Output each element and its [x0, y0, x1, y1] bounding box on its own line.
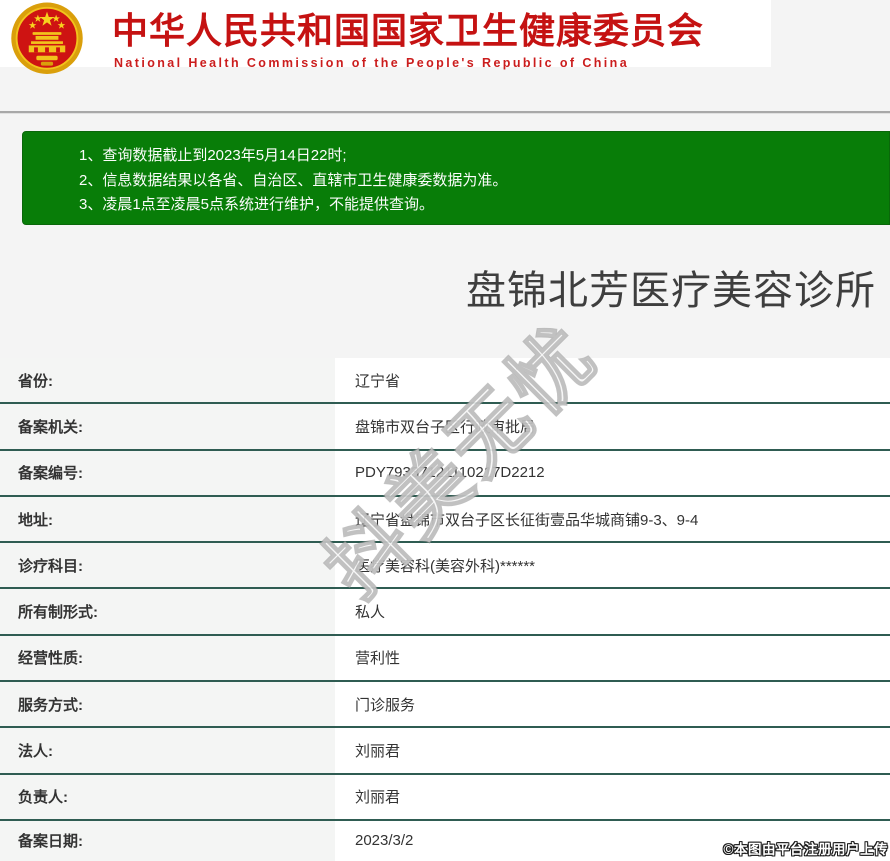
row-value: 营利性 — [335, 635, 890, 681]
row-value: 刘丽君 — [335, 728, 890, 773]
row-value: 辽宁省盘锦市双台子区长征街壹品华城商铺9-3、9-4 — [335, 496, 890, 542]
info-row-person-in-charge: 负责人: 刘丽君 — [0, 774, 890, 821]
row-value: PDY79337121110217D2212 — [335, 450, 890, 495]
row-label: 地址: — [0, 496, 335, 542]
site-title-english: National Health Commission of the People… — [114, 56, 630, 70]
notice-box: 1、查询数据截止到2023年5月14日22时; 2、信息数据结果以各省、自治区、… — [22, 131, 890, 225]
row-value: 辽宁省 — [335, 358, 890, 403]
row-value: 门诊服务 — [335, 682, 890, 727]
info-row-operation-nature: 经营性质: 营利性 — [0, 635, 890, 683]
info-row-filing-authority: 备案机关: 盘锦市双台子区行政审批局 — [0, 404, 890, 451]
site-title-chinese: 中华人民共和国国家卫生健康委员会 — [112, 10, 705, 51]
header-divider — [0, 111, 890, 113]
row-label: 诊疗科目: — [0, 543, 335, 588]
copyright-watermark: ©本图由平台注册用户上传 — [723, 842, 888, 857]
site-header: 中华人民共和国国家卫生健康委员会 National Health Commiss… — [0, 0, 771, 70]
info-row-ownership-type: 所有制形式: 私人 — [0, 589, 890, 636]
row-label: 负责人: — [0, 774, 335, 819]
info-row-legal-person: 法人: 刘丽君 — [0, 728, 890, 775]
query-result-page: 中华人民共和国国家卫生健康委员会 National Health Commiss… — [0, 0, 890, 861]
row-value: 盘锦市双台子区行政审批局 — [335, 404, 890, 449]
row-label: 备案机关: — [0, 404, 335, 449]
notice-line-2: 2、信息数据结果以各省、自治区、直辖市卫生健康委数据为准。 — [79, 171, 508, 189]
row-label: 法人: — [0, 728, 335, 773]
info-table: 省份: 辽宁省 备案机关: 盘锦市双台子区行政审批局 备案编号: PDY7933… — [0, 358, 890, 861]
notice-line-3: 3、凌晨1点至凌晨5点系统进行维护，不能提供查询。 — [79, 196, 435, 213]
row-label: 备案编号: — [0, 450, 335, 495]
row-value: 私人 — [335, 589, 890, 634]
info-row-service-mode: 服务方式: 门诊服务 — [0, 682, 890, 729]
page-title: 盘锦北芳医疗美容诊所 — [466, 269, 876, 313]
row-label: 服务方式: — [0, 682, 335, 727]
info-row-address: 地址: 辽宁省盘锦市双台子区长征街壹品华城商铺9-3、9-4 — [0, 496, 890, 544]
row-value: 刘丽君 — [335, 774, 890, 819]
info-row-province: 省份: 辽宁省 — [0, 358, 890, 405]
row-value: 医疗美容科(美容外科)****** — [335, 543, 890, 588]
notice-line-1: 1、查询数据截止到2023年5月14日22时; — [79, 147, 347, 164]
info-row-clinical-departments: 诊疗科目: 医疗美容科(美容外科)****** — [0, 543, 890, 590]
row-label: 省份: — [0, 358, 335, 403]
row-label: 备案日期: — [0, 820, 335, 861]
row-label: 所有制形式: — [0, 589, 335, 634]
info-row-filing-number: 备案编号: PDY79337121110217D2212 — [0, 450, 890, 497]
row-label: 经营性质: — [0, 635, 335, 681]
china-national-emblem-icon — [11, 2, 83, 74]
